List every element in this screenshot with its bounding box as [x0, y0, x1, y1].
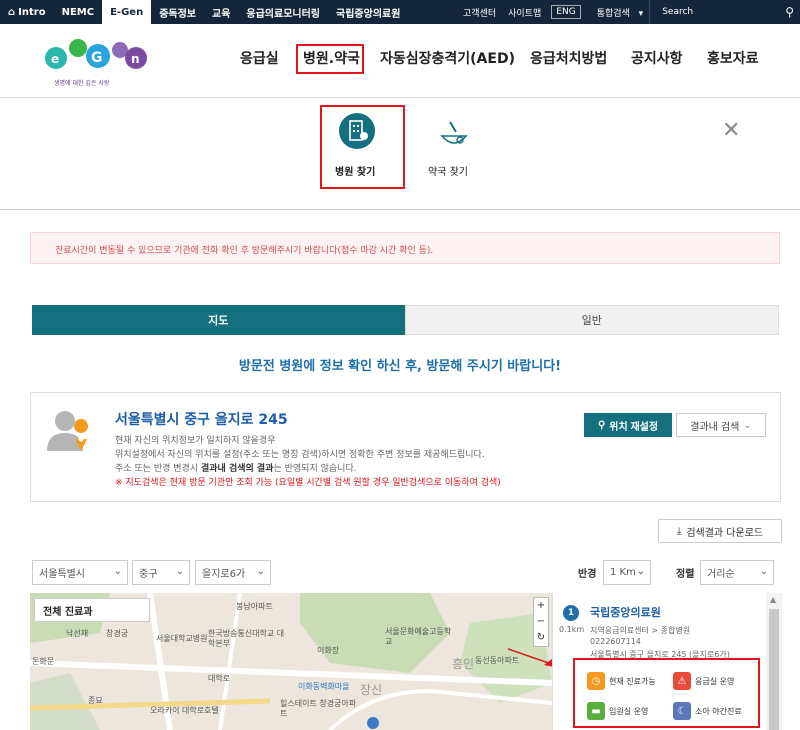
notice-text: 진료시간이 변동될 수 있으므로 기관에 전화 확인 후 방문해주시기 바랍니다… — [55, 246, 434, 256]
person-location-icon — [45, 407, 93, 455]
chevron-down-icon: ⌄ — [113, 566, 122, 577]
chevron-down-icon: ⌄ — [175, 566, 184, 577]
notice-banner: 진료시간이 변동될 수 있으므로 기관에 전화 확인 후 방문해주시기 바랍니다… — [30, 232, 780, 264]
gnb-notice[interactable]: 공지사항 — [631, 48, 683, 68]
search-scope-select[interactable]: 통합검색 ▾ — [585, 6, 650, 19]
callout-arrow-icon — [507, 648, 552, 667]
location-info-line-1: 현재 자신의 위치정보가 일치하지 않을경우 — [115, 436, 276, 446]
tab-map[interactable]: 지도 — [32, 305, 405, 335]
bed-icon: ▬ — [587, 702, 605, 720]
search-in-results-button[interactable]: 결과내 검색 ⌄ — [676, 413, 766, 437]
service-er: ⚠ 응급실 운영 — [673, 672, 734, 690]
gnb-pr[interactable]: 홍보자료 — [707, 48, 759, 68]
chevron-down-icon: ⌄ — [743, 419, 752, 431]
download-results-button[interactable]: ⤓ 검색결과 다운로드 — [658, 519, 782, 543]
view-tabs: 지도 일반 — [32, 305, 779, 335]
service-badges: ◷ 현재 진료가능 ⚠ 응급실 운영 ▬ 입원실 운영 ☾ 소아 야간진료 — [573, 658, 760, 728]
header: e G n 생명에 대한 깊은 사랑 응급실 병원.약국 자동심장충격기(AED… — [0, 24, 800, 98]
scroll-up-icon[interactable]: ▲ — [770, 595, 776, 604]
result-distance: 0.1km — [559, 625, 585, 634]
result-index-badge: 1 — [563, 605, 579, 621]
result-phone: 0222607114 — [590, 637, 641, 646]
service-now-available: ◷ 현재 진료가능 — [587, 672, 656, 690]
gnb-aed[interactable]: 자동심장충격기(AED) — [380, 48, 515, 68]
top-bar: ⌂ Intro NEMC E-Gen 중독정보 교육 응급의료모니터링 국립중앙… — [0, 0, 800, 24]
top-right-links: 고객센터 사이트맵 ENG 통합검색 ▾ Search ⚲ — [457, 0, 800, 24]
dong-select[interactable]: 을지로6가 ⌄ — [195, 560, 271, 585]
gu-select[interactable]: 중구 ⌄ — [132, 560, 190, 585]
gnb-highlight-box — [296, 44, 364, 74]
service-pediatric-night: ☾ 소아 야간진료 — [673, 702, 742, 720]
scrollbar-thumb[interactable] — [769, 609, 779, 730]
topnav-nmc[interactable]: 국립중앙의료원 — [328, 0, 408, 24]
siren-icon: ⚠ — [673, 672, 691, 690]
home-icon: ⌂ — [8, 6, 16, 18]
topnav-poison[interactable]: 중독정보 — [151, 0, 204, 24]
map-search-warning: ※ 지도검색은 현재 방문 기관만 조회 가능 (요일별 시간별 검색 원할 경… — [115, 478, 501, 488]
svg-text:e: e — [51, 52, 59, 66]
hospital-find-label[interactable]: 병원 찾기 — [335, 163, 375, 178]
close-icon[interactable]: ✕ — [722, 118, 740, 143]
tab-general[interactable]: 일반 — [404, 305, 779, 335]
topnav-monitoring[interactable]: 응급의료모니터링 — [238, 0, 328, 24]
location-reset-button[interactable]: ⚲ 위치 재설정 — [584, 413, 672, 437]
sido-select[interactable]: 서울특별시 ⌄ — [32, 560, 128, 585]
location-info-line-3: 주소 또는 반경 변경시 결과내 검색의 결과는 반영되지 않습니다. — [115, 464, 357, 474]
topnav-education[interactable]: 교육 — [204, 0, 238, 24]
pharmacy-icon[interactable] — [436, 116, 472, 152]
sort-label: 정렬 — [676, 569, 695, 580]
chevron-down-icon: ⌄ — [636, 566, 645, 577]
clock-icon: ◷ — [587, 672, 605, 690]
search-input[interactable]: Search — [649, 0, 779, 24]
radius-select[interactable]: 1 Km ⌄ — [603, 560, 651, 585]
location-info-line-2: 위치설정에서 자신의 위치를 설정(주소 또는 명칭 검색)하시면 정확한 주변… — [115, 450, 485, 460]
service-inpatient: ▬ 입원실 운영 — [587, 702, 648, 720]
search-icon[interactable]: ⚲ — [779, 5, 800, 19]
radius-label: 반경 — [578, 569, 597, 580]
sort-select[interactable]: 거리순 ⌄ — [700, 560, 774, 585]
topnav-nemc[interactable]: NEMC — [54, 0, 103, 24]
egen-logo[interactable]: e G n 생명에 대한 깊은 사랑 — [40, 34, 150, 90]
svg-text:G: G — [91, 50, 103, 66]
sitemap-link[interactable]: 사이트맵 — [502, 6, 547, 19]
moon-icon: ☾ — [673, 702, 691, 720]
pin-icon: ⚲ — [597, 419, 606, 431]
topnav-egen[interactable]: E-Gen — [102, 0, 152, 24]
chevron-down-icon: ⌄ — [256, 566, 265, 577]
location-box: 서울특별시 중구 을지로 245 현재 자신의 위치정보가 일치하지 않을경우 … — [30, 392, 781, 502]
pharmacy-find-label[interactable]: 약국 찾기 — [428, 163, 468, 178]
gnb-er[interactable]: 응급실 — [240, 48, 279, 68]
map-view[interactable]: 전체 진료과 + − ↻ 낙선재 창경궁 서울대학교병원 한국방송통신대학교 대… — [30, 593, 552, 730]
submenu-panel: 병원 찾기 약국 찾기 — [0, 98, 800, 210]
logo-tagline: 생명에 대한 깊은 사랑 — [54, 80, 110, 87]
chevron-down-icon: ⌄ — [759, 566, 768, 577]
gnb-first-aid[interactable]: 응급처치방법 — [530, 48, 607, 68]
result-type: 지역응급의료센터 > 종합병원 — [590, 626, 691, 635]
result-hospital-name[interactable]: 국립중앙의료원 — [590, 604, 661, 620]
page-headline: 방문전 병원에 정보 확인 하신 후, 방문해 주시기 바랍니다! — [238, 359, 562, 374]
topnav-intro[interactable]: ⌂ Intro — [0, 0, 54, 24]
result-scrollbar[interactable]: ▲ — [766, 593, 782, 730]
current-address: 서울특별시 중구 을지로 245 — [115, 412, 288, 428]
customer-center-link[interactable]: 고객센터 — [457, 6, 502, 19]
download-icon: ⤓ — [676, 525, 682, 537]
eng-link[interactable]: ENG — [551, 5, 581, 19]
svg-text:n: n — [131, 52, 140, 66]
hospital-icon[interactable] — [339, 113, 375, 149]
